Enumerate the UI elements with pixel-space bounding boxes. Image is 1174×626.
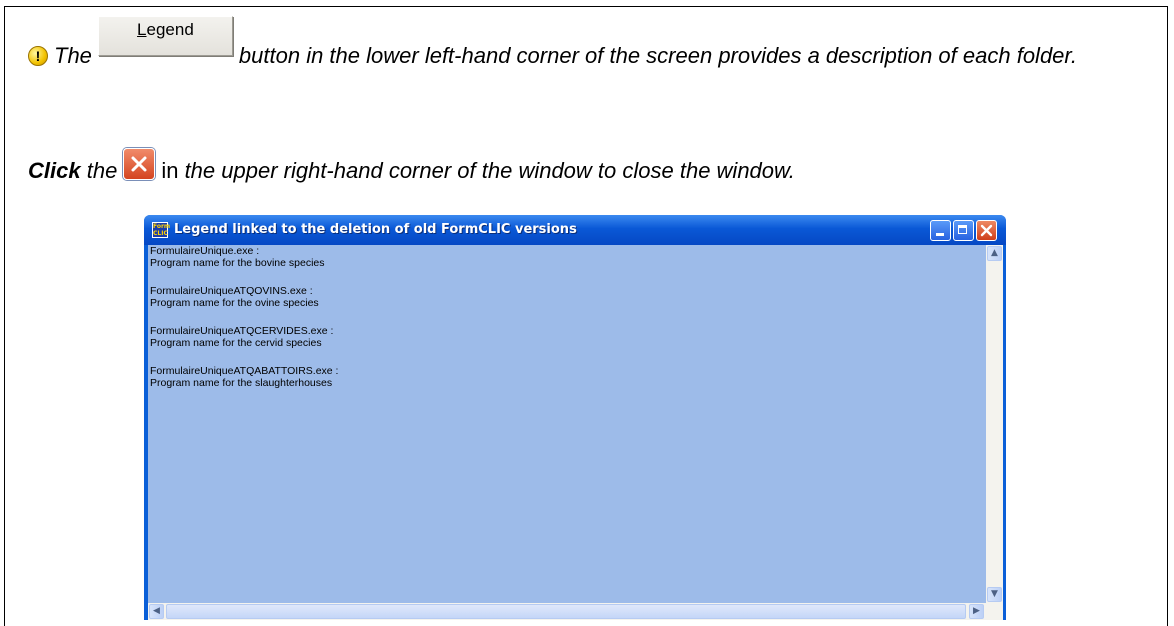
legend-content-area: FormulaireUnique.exe : Program name for … xyxy=(148,245,1003,620)
window-titlebar[interactable]: Form CLIC Legend linked to the deletion … xyxy=(144,215,1006,245)
vertical-scrollbar[interactable]: ▲ ▼ xyxy=(986,245,1003,603)
resize-grip-icon[interactable] xyxy=(986,603,1003,620)
legend-entry: FormulaireUniqueATQABATTOIRS.exe : Progr… xyxy=(150,365,982,389)
legend-window: Form CLIC Legend linked to the deletion … xyxy=(144,215,1006,620)
scroll-left-arrow-icon[interactable]: ◀ xyxy=(149,604,164,619)
window-close-button[interactable] xyxy=(976,220,997,241)
entry-file: FormulaireUniqueATQOVINS.exe : xyxy=(150,285,313,297)
entry-desc: Program name for the ovine species xyxy=(150,297,319,309)
legend-entry: FormulaireUniqueATQCERVIDES.exe : Progra… xyxy=(150,325,982,349)
entry-desc: Program name for the bovine species xyxy=(150,257,325,269)
legend-text: FormulaireUnique.exe : Program name for … xyxy=(150,245,982,600)
para2-rest: the upper right-hand corner of the windo… xyxy=(184,158,795,183)
close-icon xyxy=(123,148,156,180)
horizontal-scroll-thumb[interactable] xyxy=(166,604,966,619)
entry-desc: Program name for the slaughterhouses xyxy=(150,377,333,389)
legend-entry: FormulaireUniqueATQOVINS.exe : Program n… xyxy=(150,285,982,309)
click-word: Click xyxy=(28,158,81,183)
window-title: Legend linked to the deletion of old For… xyxy=(174,222,577,237)
instruction-paragraph-legend: ! TheLegendbutton in the lower left-hand … xyxy=(28,16,1138,72)
legend-entry: FormulaireUnique.exe : Program name for … xyxy=(150,245,982,269)
horizontal-scrollbar[interactable]: ◀ ▶ xyxy=(148,603,986,620)
entry-desc: Program name for the cervid species xyxy=(150,337,322,349)
minimize-button[interactable] xyxy=(930,220,951,241)
formclic-app-icon: Form CLIC xyxy=(152,222,171,238)
scroll-down-arrow-icon[interactable]: ▼ xyxy=(987,587,1002,602)
entry-file: FormulaireUnique.exe : xyxy=(150,245,260,257)
maximize-button[interactable] xyxy=(953,220,974,241)
entry-file: FormulaireUniqueATQABATTOIRS.exe : xyxy=(150,365,339,377)
scroll-up-arrow-icon[interactable]: ▲ xyxy=(987,246,1002,261)
close-x-icon xyxy=(980,224,993,237)
entry-file: FormulaireUniqueATQCERVIDES.exe : xyxy=(150,325,334,337)
para1-the: The xyxy=(54,43,92,68)
instruction-paragraph-close: Click the in the upper right-hand corner … xyxy=(28,148,795,187)
scroll-right-arrow-icon[interactable]: ▶ xyxy=(969,604,984,619)
para1-rest: button in the lower left-hand corner of … xyxy=(238,43,1078,68)
para2-in: in xyxy=(161,158,179,183)
para2-the: the xyxy=(86,158,118,183)
warning-icon: ! xyxy=(28,46,48,66)
legend-button[interactable]: Legend xyxy=(97,16,233,56)
